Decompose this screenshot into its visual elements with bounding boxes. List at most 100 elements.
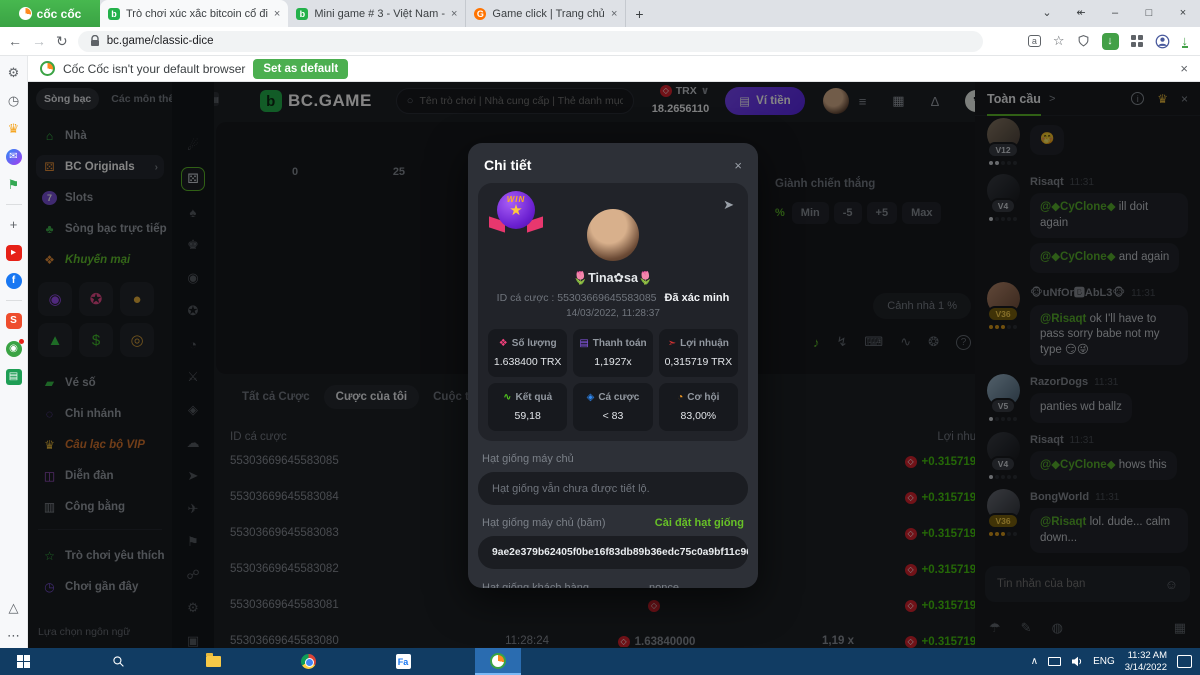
minimize-button[interactable]: – [1098,0,1132,27]
windows-taskbar: Fa ∧ ENG 11:32 AM3/14/2022 [0,648,1200,675]
bet-stats: ❖Số lượng1.638400 TRX ▤Thanh toán1,1927x… [488,329,738,431]
back-icon[interactable]: ← [8,33,22,49]
maximize-button[interactable]: □ [1132,0,1166,27]
player-name[interactable]: 🌷Tina✿sa🌷 [488,270,738,286]
url-text: bc.game/classic-dice [107,35,214,47]
win-badge: WIN★ [494,191,538,235]
crown-hot-icon[interactable]: ♛ [5,120,22,137]
news-icon[interactable]: ◉ [5,340,22,357]
tab-minigame[interactable]: bMini game # 3 - Việt Nam -× [288,0,466,27]
forward-icon[interactable]: → [32,33,46,49]
divider [6,204,22,205]
nonce-label: nonce [649,582,679,588]
verify-button[interactable]: Đã xác minh [665,292,730,304]
address-bar[interactable]: bc.game/classic-dice [78,31,983,52]
shopee-icon[interactable]: S [5,312,22,329]
bet-date: 14/03/2022, 11:28:37 [488,308,738,319]
language-indicator[interactable]: ENG [1093,656,1115,667]
bet-summary-card: WIN★ ➤ 🌷Tina✿sa🌷 ID cá cược : 5530366964… [478,183,748,441]
star-icon: ★ [509,204,522,217]
dismiss-notification-icon[interactable]: × [1180,61,1188,76]
result-icon: ∿ [503,392,511,403]
stat-chance: ◔Cơ hội83,00% [659,383,738,431]
profile-icon[interactable] [1155,34,1170,49]
coccoc-taskbar-icon[interactable] [475,648,521,675]
divider [6,300,22,301]
messenger-icon[interactable]: ✉ [5,148,22,165]
add-shortcut-icon[interactable]: + [5,216,22,233]
profit-icon: ➣ [668,338,676,349]
facebook-icon[interactable]: f [5,272,22,289]
browser-toolbar: ← → ↻ bc.game/classic-dice a ☆ ↓ ↓ [0,27,1200,56]
tab-dice[interactable]: b Trò chơi xúc xắc bitcoin cổ đi × [100,0,288,27]
tab-gameclick[interactable]: G Game click | Trang chủ × [466,0,626,27]
window-controls: ⌄ ↞ – □ × [1030,0,1200,27]
server-seed-field[interactable]: Hạt giống vẫn chưa được tiết lộ. [478,472,748,505]
chance-icon: ◔ [677,392,683,403]
payout-icon: ▤ [579,338,588,349]
shield-icon[interactable] [1077,34,1090,48]
file-explorer-icon[interactable] [190,648,236,675]
facebook-app-icon[interactable]: Fa [380,648,426,675]
bet-icon: ◈ [587,392,595,403]
new-tab-button[interactable]: + [626,0,652,27]
seed-settings-link[interactable]: Cài đặt hạt giống [655,517,744,529]
history-icon[interactable]: ◷ [5,92,22,109]
toolbar-icons: a ☆ ↓ ↓ [1028,33,1192,50]
taskbar-clock[interactable]: 11:32 AM3/14/2022 [1125,650,1167,674]
action-center-icon[interactable] [1177,655,1192,668]
taskbar-search-icon[interactable] [95,648,141,675]
modal-title: Chi tiết [484,157,531,173]
coccoc-logo[interactable]: cốc cốc [0,0,100,27]
share-icon[interactable]: ➤ [723,197,734,213]
tab-close-icon[interactable]: × [451,8,457,20]
network-icon[interactable] [1048,657,1061,666]
hash-seed-label: Hạt giống máy chủ (băm) [482,517,606,529]
tab-close-icon[interactable]: × [274,8,280,20]
modal-close-icon[interactable]: × [734,158,742,173]
minigame-favicon: b [296,8,308,20]
tab-title: Game click | Trang chủ [492,8,605,20]
bcgame-favicon: b [108,8,120,20]
download-manager-icon[interactable]: ↓ [1182,35,1189,48]
coccoc-logo-icon [19,7,32,20]
tray-expand-icon[interactable]: ∧ [1031,656,1038,667]
recent-tabs-icon[interactable]: ↞ [1064,0,1098,27]
translate-icon[interactable]: a [1028,35,1041,47]
player-avatar[interactable] [587,209,639,261]
more-icon[interactable]: ⋯ [5,627,22,644]
stat-payout: ▤Thanh toán1,1927x [573,329,652,377]
bookmark-star-icon[interactable]: ☆ [1053,33,1065,49]
stat-result: ∿Kết quả59,18 [488,383,567,431]
chrome-icon[interactable] [285,648,331,675]
tab-title: Trò chơi xúc xắc bitcoin cổ đi [126,8,268,20]
server-seed-label: Hạt giống máy chủ [482,453,574,465]
amount-icon: ❖ [499,338,508,349]
close-button[interactable]: × [1166,0,1200,27]
lock-icon [90,35,100,47]
system-tray: ∧ ENG 11:32 AM3/14/2022 [1031,650,1200,674]
stat-bet: ◈Cá cược< 83 [573,383,652,431]
gameclick-favicon: G [474,8,486,20]
hash-seed-field[interactable]: 9ae2e379b62405f0be16f83db89b36edc75c0a9b… [478,536,748,569]
browser-sidebar: ⚙ ◷ ♛ ✉ ⚑ + ▸ f S ◉ ▤ △ ⋯ [0,56,28,648]
set-default-button[interactable]: Set as default [253,59,348,79]
tab-close-icon[interactable]: × [611,8,617,20]
tab-search-icon[interactable]: ⌄ [1030,0,1064,27]
screen: cốc cốc b Trò chơi xúc xắc bitcoin cổ đi ×… [0,0,1200,675]
client-seed-label: Hạt giống khách hàng [482,582,589,588]
start-button[interactable] [0,648,46,675]
games-icon[interactable]: ⚑ [5,176,22,193]
notifications-bell-icon[interactable]: △ [5,599,22,616]
bet-id: ID cá cược : 55303669645583085 [497,292,657,304]
download-active-icon[interactable]: ↓ [1102,33,1119,50]
coccoc-small-icon [40,61,55,76]
settings-gear-icon[interactable]: ⚙ [5,64,22,81]
extensions-icon[interactable] [1131,35,1143,47]
volume-icon[interactable] [1071,656,1083,667]
stat-amount: ❖Số lượng1.638400 TRX [488,329,567,377]
reload-icon[interactable]: ↻ [56,33,68,50]
sheets-icon[interactable]: ▤ [5,368,22,385]
default-browser-bar: Cốc Cốc isn't your default browser Set a… [28,56,1200,82]
youtube-icon[interactable]: ▸ [5,244,22,261]
